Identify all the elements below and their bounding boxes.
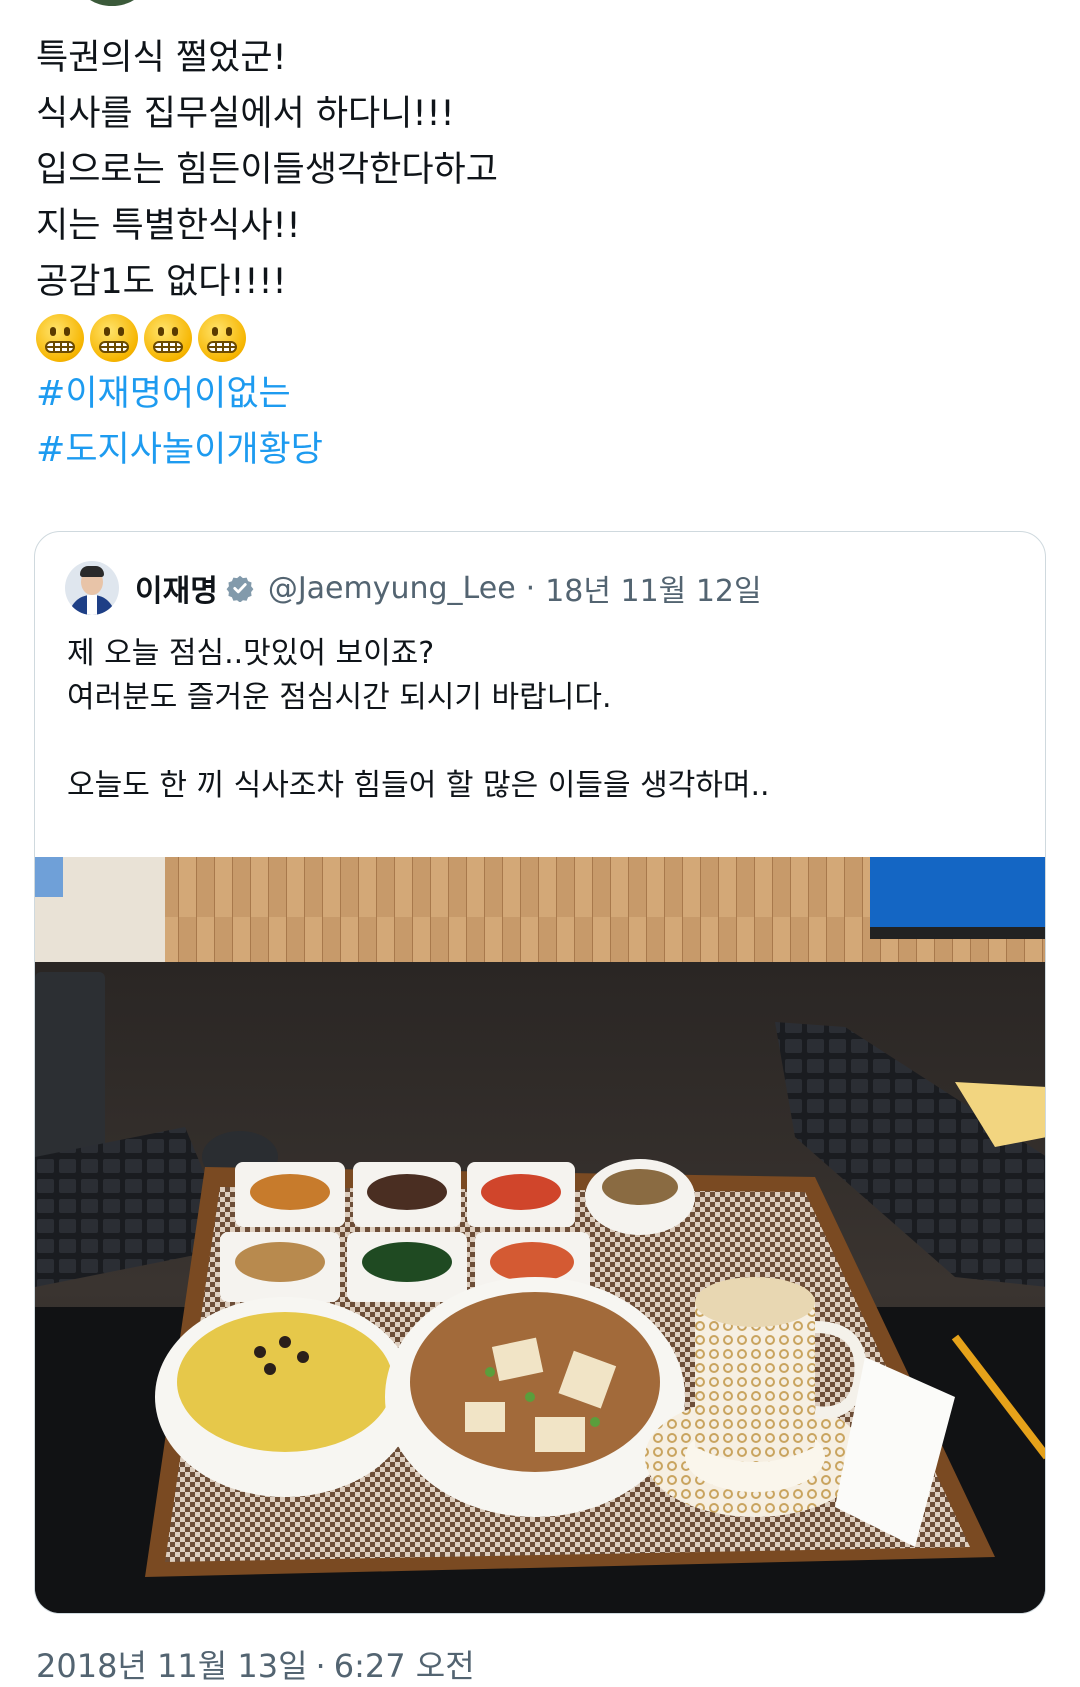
timestamp-time: 6:27 오전	[333, 1647, 475, 1685]
timestamp-date: 2018년 11월 13일	[36, 1647, 308, 1685]
hashtag-link[interactable]: #도지사놀이개황당	[36, 422, 1036, 478]
lunch-tray-photo[interactable]	[35, 857, 1046, 1614]
quoted-tweet-header: 이재명 @Jaemyung_Lee · 18년 11월 12일	[65, 560, 762, 616]
quoted-text-line: 여러분도 즐거운 점심시간 되시기 바랍니다.	[67, 680, 612, 715]
quoted-tweet-text: 제 오늘 점심..맛있어 보이죠? 여러분도 즐거운 점심시간 되시기 바랍니다…	[67, 632, 1007, 808]
quoted-text-line: 오늘도 한 끼 식사조차 힘들어 할 많은 이들을 생각하며..	[67, 768, 770, 803]
tweet-text-line: 지는 특별한식사!!	[36, 206, 301, 246]
quoted-tweet-card[interactable]: 이재명 @Jaemyung_Lee · 18년 11월 12일 제 오늘 점심.…	[34, 531, 1046, 1614]
verified-badge-icon	[226, 575, 254, 602]
tweet-timestamp[interactable]: 2018년 11월 13일 · 6:27 오전	[36, 1641, 475, 1687]
quoted-author-avatar[interactable]	[65, 561, 119, 615]
emoji-row	[36, 310, 1036, 366]
quoted-author-handle[interactable]: @Jaemyung_Lee	[268, 571, 516, 606]
separator-dot: ·	[315, 1647, 326, 1685]
tweet-text-line: 입으로는 힘든이들생각한다하고	[36, 150, 498, 190]
hashtag-link[interactable]: #이재명어이없는	[36, 366, 1036, 422]
quoted-author-name[interactable]: 이재명	[135, 566, 218, 610]
quoted-text-line	[67, 720, 1007, 764]
tweet-text-line: 공감1도 없다!!!!	[36, 262, 287, 302]
grimacing-face-emoji	[90, 314, 138, 362]
tweet-text-line: 특권의식 쩔었군!	[36, 38, 287, 78]
grimacing-face-emoji	[36, 314, 84, 362]
tweet-body: 특권의식 쩔었군! 식사를 집무실에서 하다니!!! 입으로는 힘든이들생각한다…	[36, 30, 1036, 478]
grimacing-face-emoji	[198, 314, 246, 362]
author-avatar[interactable]	[80, 0, 144, 6]
separator-dot: ·	[525, 570, 536, 606]
grimacing-face-emoji	[144, 314, 192, 362]
quoted-text-line: 제 오늘 점심..맛있어 보이죠?	[67, 636, 435, 671]
tweet-text-line: 식사를 집무실에서 하다니!!!	[36, 94, 455, 134]
quoted-tweet-date[interactable]: 18년 11월 12일	[545, 566, 761, 610]
